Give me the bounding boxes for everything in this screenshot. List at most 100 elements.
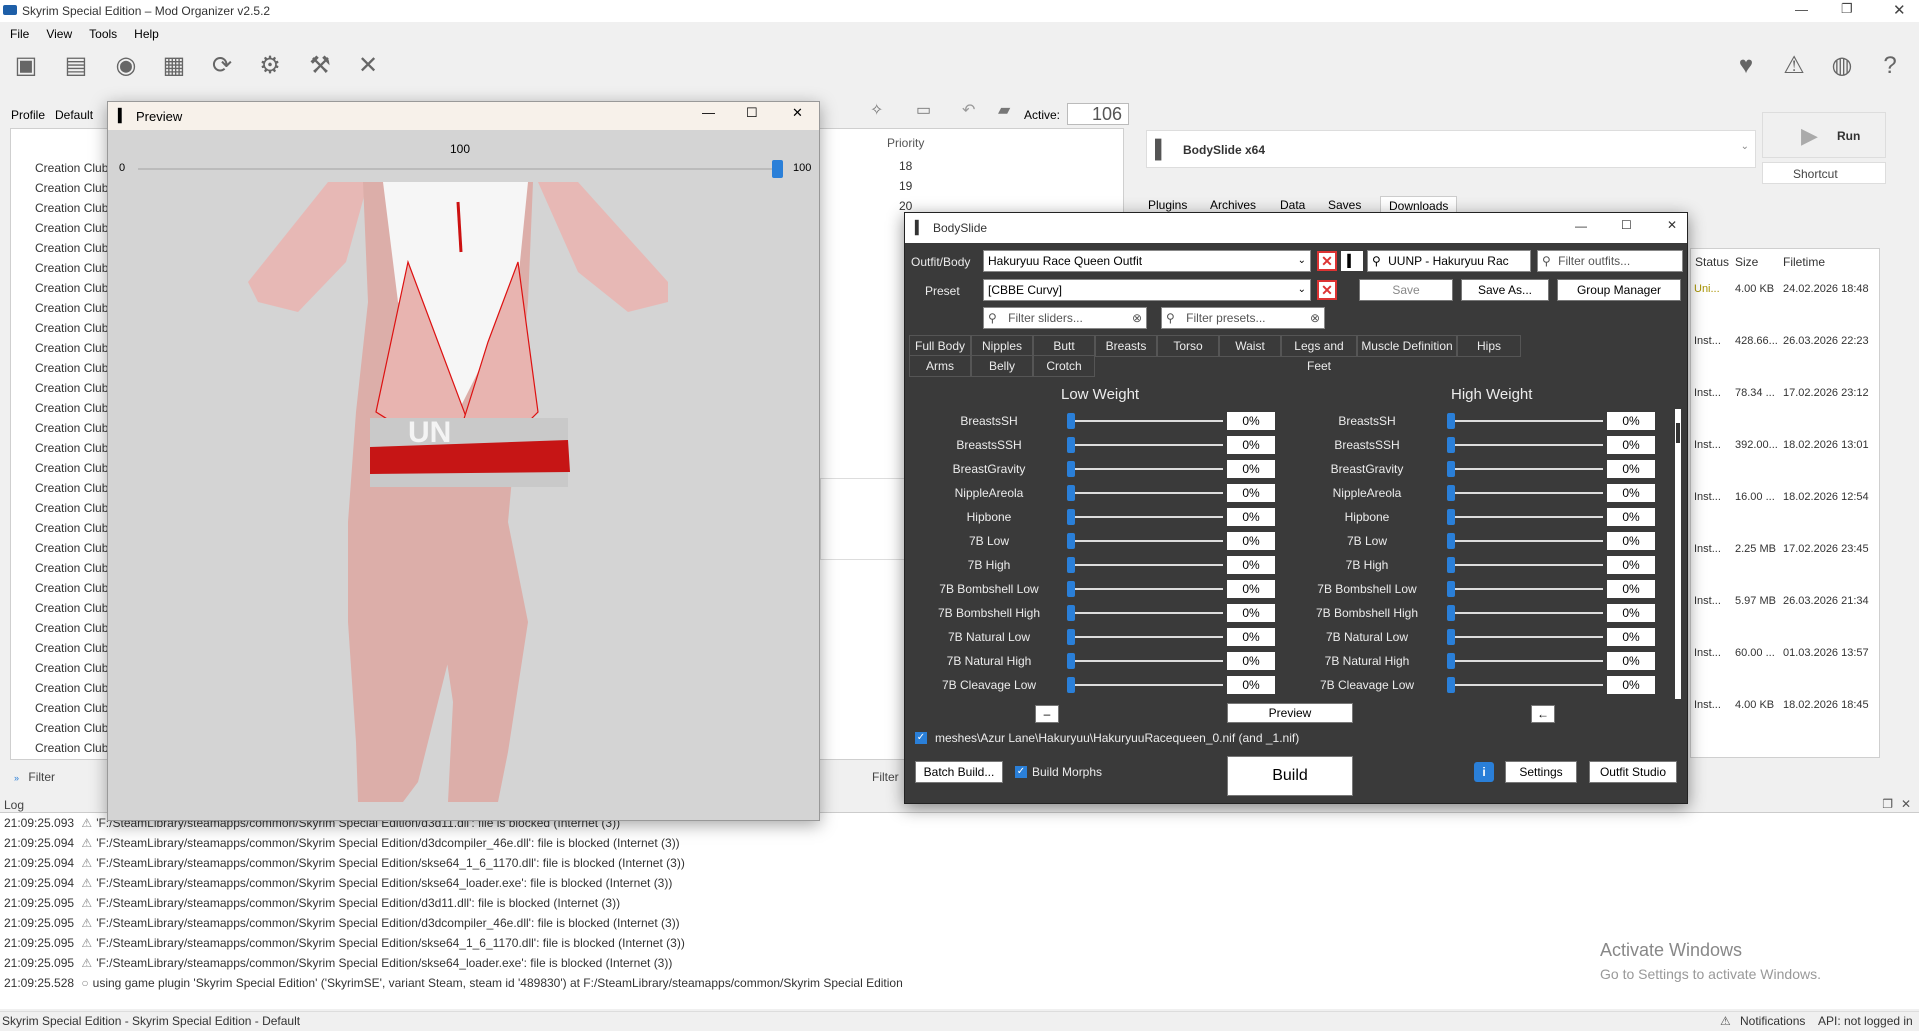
slider-value-field[interactable]: 0% xyxy=(1227,436,1275,454)
slider-value-field[interactable]: 0% xyxy=(1607,556,1655,574)
nexus-icon[interactable]: ◉ xyxy=(110,50,142,82)
slider-value-field[interactable]: 0% xyxy=(1607,508,1655,526)
mod-row[interactable]: Creation Club xyxy=(11,718,111,738)
slider-track[interactable] xyxy=(1069,540,1223,542)
maximize-icon[interactable]: ❐ xyxy=(1841,1,1853,17)
slider-tab[interactable]: Nipples xyxy=(971,335,1033,357)
slider-track[interactable] xyxy=(1449,660,1603,662)
tab-archives[interactable]: Archives xyxy=(1210,198,1256,212)
slider-tab[interactable]: Butt xyxy=(1033,335,1095,357)
download-row[interactable]: Inst... 2.25 MB 17.02.2026 23:45 xyxy=(1691,543,1879,563)
slider-thumb[interactable] xyxy=(1447,653,1455,669)
mod-row[interactable]: Creation Club xyxy=(11,538,111,558)
slider-track[interactable] xyxy=(1449,588,1603,590)
slider-value-field[interactable]: 0% xyxy=(1227,628,1275,646)
executable-select[interactable]: ▌ BodySlide x64 ⌄ xyxy=(1146,130,1756,168)
slider-tab[interactable]: Full Body xyxy=(909,335,971,357)
slider-thumb[interactable] xyxy=(1447,509,1455,525)
install-mod-icon[interactable]: ▣ xyxy=(10,50,42,82)
col-filetime[interactable]: Filetime xyxy=(1783,255,1825,269)
mod-row[interactable]: Creation Club xyxy=(11,258,111,278)
weight-slider-thumb[interactable] xyxy=(772,160,783,178)
slider-thumb[interactable] xyxy=(1067,485,1075,501)
slider-thumb[interactable] xyxy=(1447,581,1455,597)
tab-saves[interactable]: Saves xyxy=(1328,198,1361,212)
notifications-button[interactable]: Notifications xyxy=(1740,1012,1805,1031)
mod-row[interactable]: Creation Club xyxy=(11,218,111,238)
build-button[interactable]: Build xyxy=(1227,756,1353,796)
mod-row[interactable]: Creation Club xyxy=(11,438,111,458)
download-row[interactable]: Inst... 78.34 ... 17.02.2026 23:12 xyxy=(1691,387,1879,407)
col-size[interactable]: Size xyxy=(1735,255,1758,269)
mod-row[interactable]: Creation Club xyxy=(11,358,111,378)
menu-help[interactable]: Help xyxy=(134,27,159,41)
clear-icon[interactable]: ⊗ xyxy=(1310,308,1320,328)
download-row[interactable]: Inst... 428.66... 26.03.2026 22:23 xyxy=(1691,335,1879,355)
slider-track[interactable] xyxy=(1449,612,1603,614)
close-icon[interactable]: ✕ xyxy=(1893,1,1906,19)
slider-value-field[interactable]: 0% xyxy=(1607,412,1655,430)
slider-track[interactable] xyxy=(1069,516,1223,518)
preview-button[interactable]: Preview xyxy=(1227,703,1353,723)
download-row[interactable]: Inst... 392.00... 18.02.2026 13:01 xyxy=(1691,439,1879,459)
slider-thumb[interactable] xyxy=(1447,533,1455,549)
outfit-select[interactable]: Hakuryuu Race Queen Outfit ⌄ xyxy=(983,250,1311,272)
mod-row[interactable]: Creation Club xyxy=(11,178,111,198)
slider-thumb[interactable] xyxy=(1067,653,1075,669)
slider-thumb[interactable] xyxy=(1067,437,1075,453)
slider-track[interactable] xyxy=(1069,420,1223,422)
undo-icon[interactable]: ↶ xyxy=(962,100,975,120)
save-button[interactable]: Save xyxy=(1359,279,1453,301)
download-row[interactable]: Inst... 4.00 KB 18.02.2026 18:45 xyxy=(1691,699,1879,719)
mod-row[interactable]: Creation Club xyxy=(11,238,111,258)
mod-row[interactable]: Creation Club xyxy=(11,158,111,178)
mod-row[interactable]: Creation Club xyxy=(11,578,111,598)
slider-thumb[interactable] xyxy=(1447,629,1455,645)
slider-value-field[interactable]: 0% xyxy=(1607,436,1655,454)
slider-value-field[interactable]: 0% xyxy=(1227,508,1275,526)
batch-build-button[interactable]: Batch Build... xyxy=(915,761,1003,783)
mod-row[interactable]: Creation Club xyxy=(11,618,111,638)
slider-thumb[interactable] xyxy=(1067,533,1075,549)
close-icon[interactable]: ✕ xyxy=(1667,218,1677,232)
mod-row[interactable]: Creation Club xyxy=(11,738,111,758)
scrollbar-thumb[interactable] xyxy=(1676,423,1680,443)
tools-icon[interactable]: ⚙ xyxy=(254,50,286,82)
mid-filter-bar[interactable]: Filter xyxy=(850,770,910,788)
group-filter-icon[interactable]: ▍ xyxy=(1341,251,1363,271)
settings-icon[interactable]: ✕ xyxy=(352,50,384,82)
backup-icon[interactable]: ▰ xyxy=(998,100,1010,120)
slider-thumb[interactable] xyxy=(1447,557,1455,573)
menu-view[interactable]: View xyxy=(46,27,72,41)
clear-outfit-icon[interactable]: ✕ xyxy=(1317,251,1337,271)
filter-bar[interactable]: » Filter xyxy=(14,770,108,788)
slider-thumb[interactable] xyxy=(1067,557,1075,573)
download-row[interactable]: Inst... 16.00 ... 18.02.2026 12:54 xyxy=(1691,491,1879,511)
minimize-icon[interactable]: — xyxy=(1575,219,1587,233)
slider-track[interactable] xyxy=(1449,684,1603,686)
slider-track[interactable] xyxy=(1449,420,1603,422)
download-row[interactable]: Inst... 60.00 ... 01.03.2026 13:57 xyxy=(1691,647,1879,667)
tab-plugins[interactable]: Plugins xyxy=(1148,198,1187,212)
slider-track[interactable] xyxy=(1069,636,1223,638)
zero-low-button[interactable]: – xyxy=(1035,705,1059,723)
archive-icon[interactable]: ▭ xyxy=(916,100,931,120)
slider-thumb[interactable] xyxy=(1067,461,1075,477)
menu-file[interactable]: File xyxy=(10,27,29,41)
menu-tools[interactable]: Tools xyxy=(89,27,117,41)
mod-row[interactable]: Creation Club xyxy=(11,598,111,618)
minimize-icon[interactable]: — xyxy=(702,105,715,120)
slider-track[interactable] xyxy=(1069,660,1223,662)
slider-value-field[interactable]: 0% xyxy=(1607,580,1655,598)
help-icon[interactable]: ? xyxy=(1874,50,1906,82)
tab-data[interactable]: Data xyxy=(1280,198,1305,212)
slider-track[interactable] xyxy=(1449,492,1603,494)
settings-button[interactable]: Settings xyxy=(1505,761,1577,783)
group-filter[interactable]: ⚲ UUNP - Hakuryuu Rac xyxy=(1367,250,1531,272)
slider-track[interactable] xyxy=(1069,588,1223,590)
col-status[interactable]: Status xyxy=(1695,255,1729,269)
slider-value-field[interactable]: 0% xyxy=(1227,412,1275,430)
slider-track[interactable] xyxy=(1069,468,1223,470)
slider-value-field[interactable]: 0% xyxy=(1227,652,1275,670)
slider-track[interactable] xyxy=(1449,444,1603,446)
